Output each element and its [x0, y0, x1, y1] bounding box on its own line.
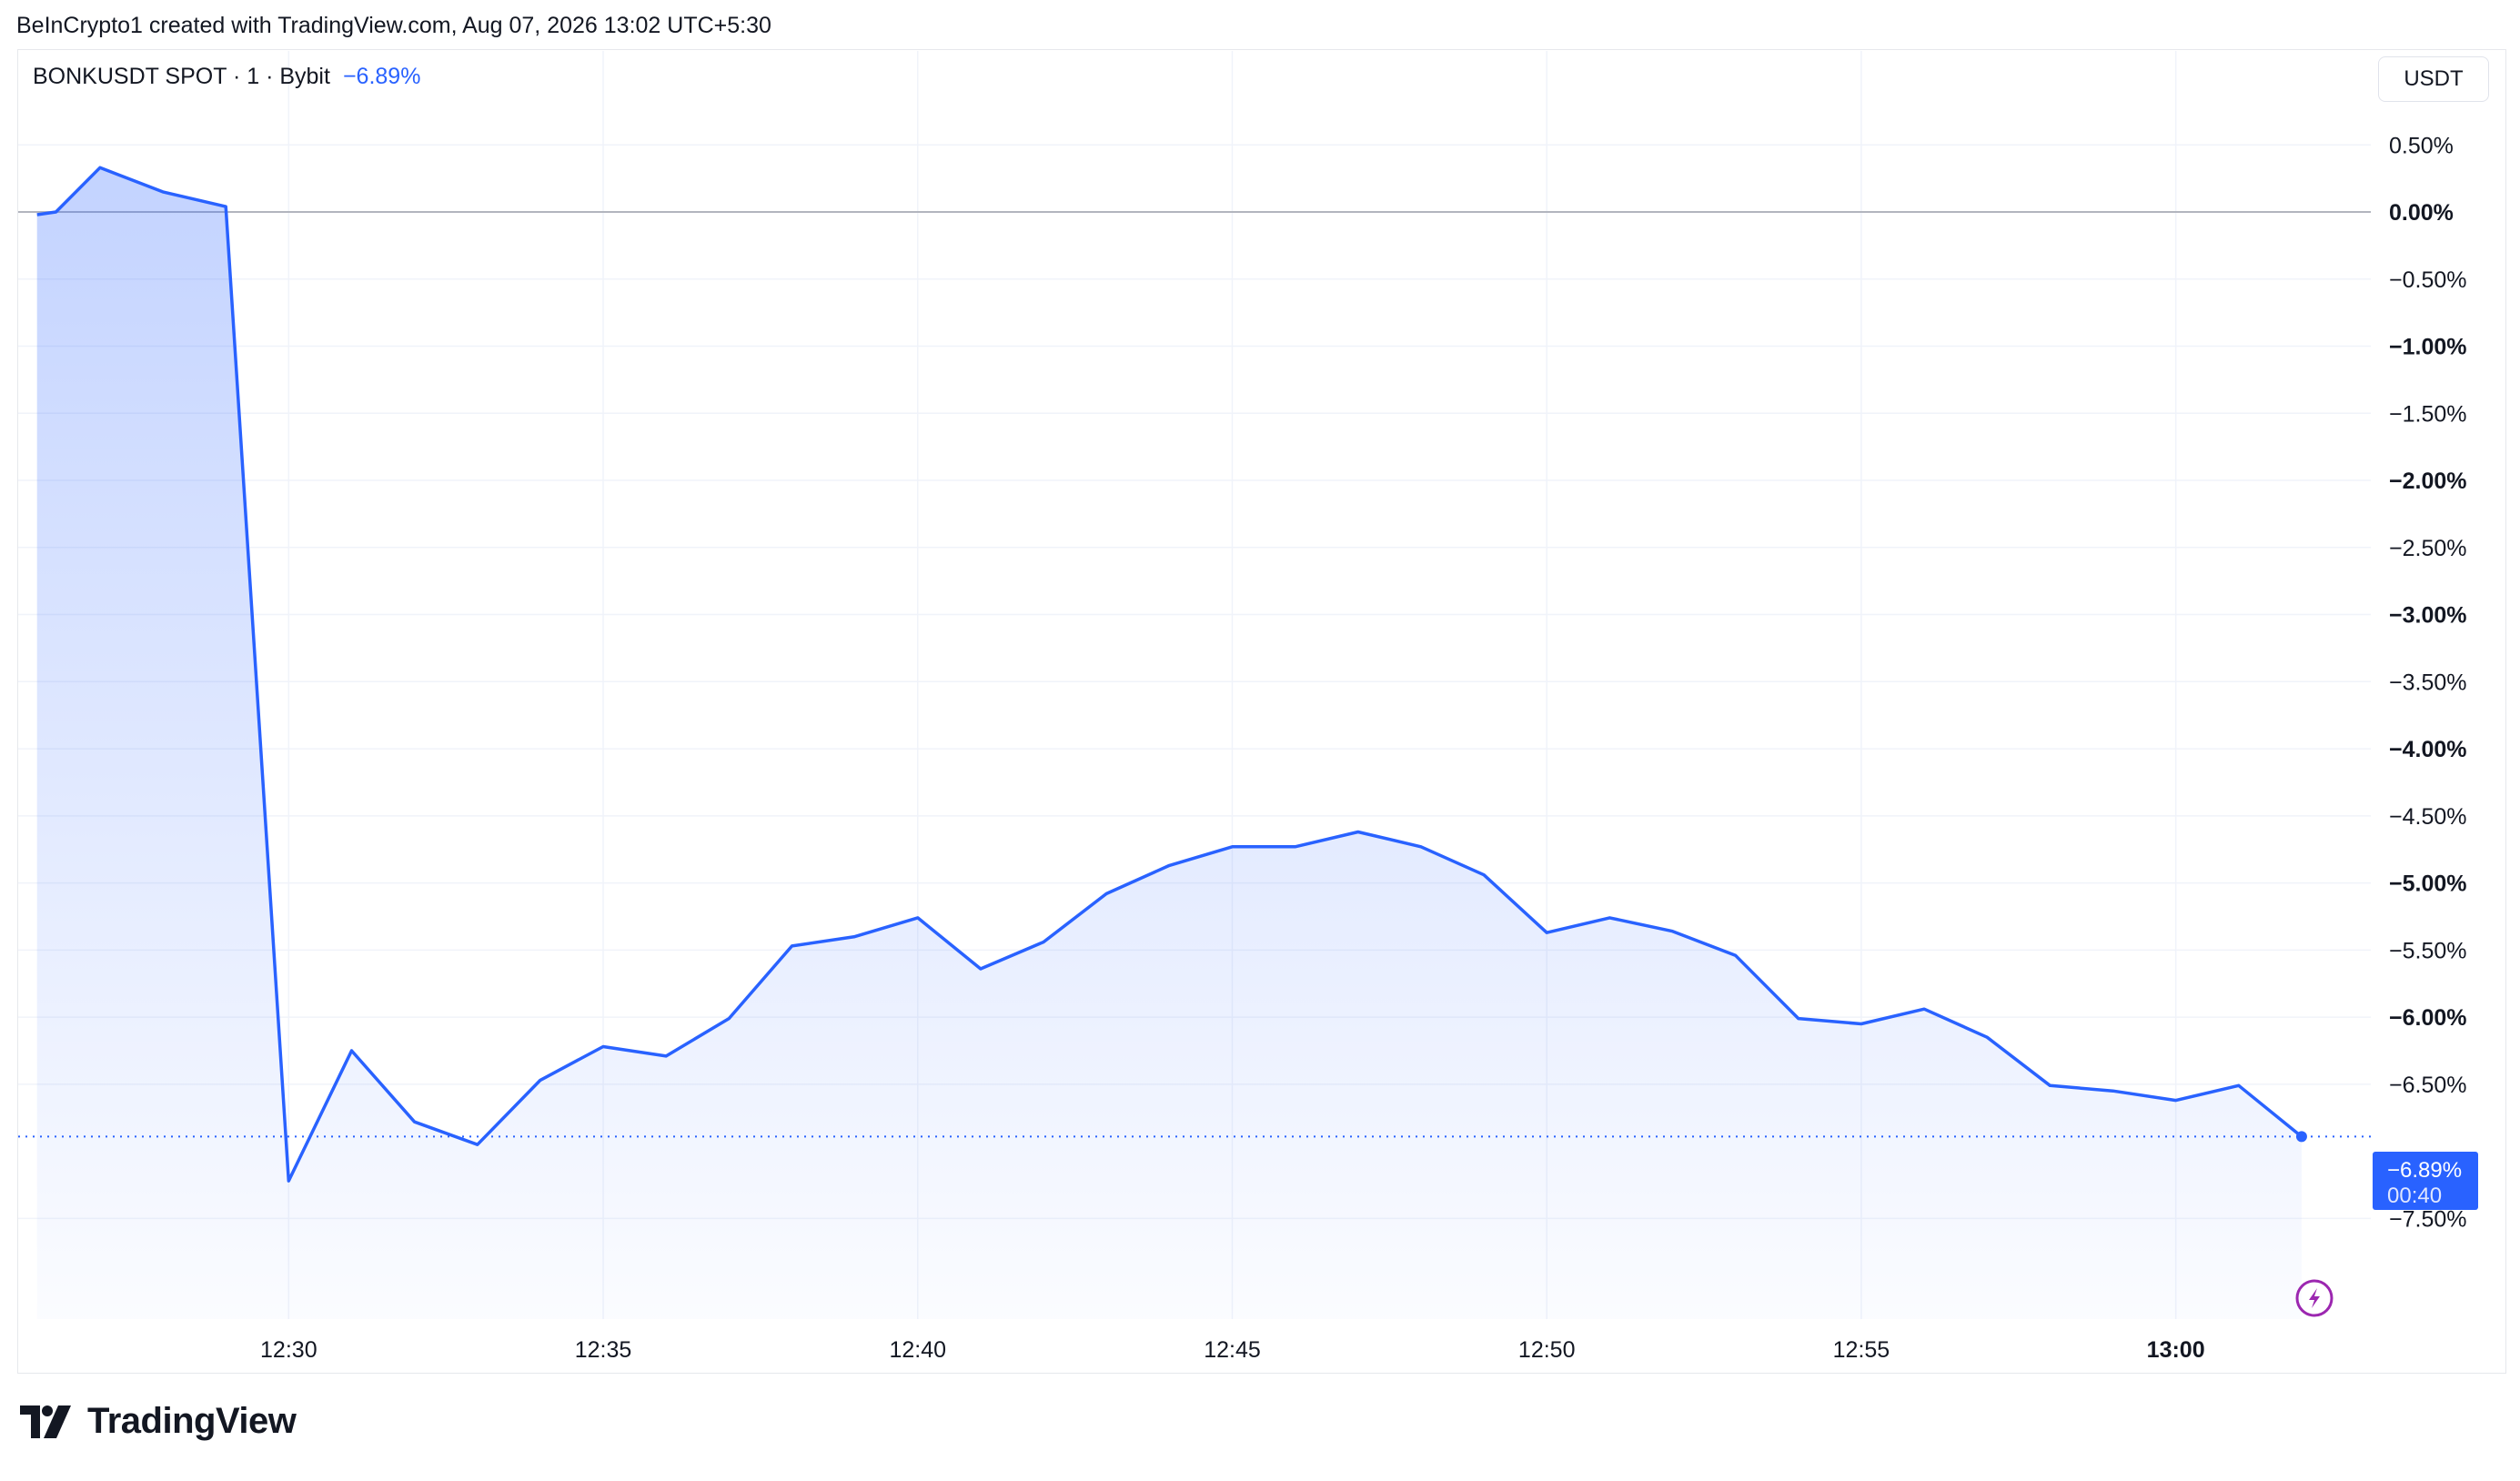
series-point [1796, 1016, 1801, 1022]
y-tick-label: −3.00% [2389, 603, 2467, 629]
series-area-fill [36, 167, 2302, 1319]
tradingview-logo-icon [20, 1405, 71, 1438]
series-point [160, 189, 166, 195]
chart-canvas[interactable]: 0.50% 0.00% −0.50% −1.00% −1.50% −2.00% −2.50%… [0, 0, 2520, 1481]
series-point [53, 209, 58, 215]
series-point [1859, 1021, 1864, 1026]
series-point [2173, 1098, 2179, 1103]
x-tick-label: 13:00 [2147, 1337, 2205, 1363]
series-point [1418, 844, 1424, 850]
currency-button[interactable]: USDT [2378, 56, 2489, 102]
symbol-name[interactable]: BONKUSDT SPOT · 1 · Bybit [33, 64, 330, 90]
series-point [1921, 1006, 1927, 1012]
last-price-tag: −6.89% 00:40 [2373, 1152, 2478, 1210]
change-percent: −6.89% [342, 64, 421, 89]
y-tick-label: −0.50% [2389, 267, 2467, 293]
series-point [789, 943, 794, 949]
series-point [1104, 891, 1109, 896]
series-point [2047, 1083, 2052, 1088]
y-tick-label: −2.50% [2389, 536, 2467, 561]
series-point [600, 1044, 606, 1050]
tradingview-wordmark: TradingView [87, 1401, 297, 1441]
y-tick-label: −1.50% [2389, 401, 2467, 427]
last-price-tag-countdown: 00:40 [2387, 1184, 2442, 1208]
series-point [1229, 844, 1235, 850]
x-tick-label: 12:30 [260, 1337, 318, 1363]
y-tick-label: 0.00% [2389, 200, 2454, 226]
series-point [412, 1119, 418, 1124]
y-tick-label: −1.00% [2389, 335, 2467, 360]
x-tick-label: 12:40 [889, 1337, 946, 1363]
y-tick-label: −6.00% [2389, 1005, 2467, 1031]
x-tick-label: 12:55 [1833, 1337, 1890, 1363]
series-point [663, 1053, 669, 1059]
series-point [2111, 1088, 2116, 1093]
series-point [1984, 1034, 1990, 1040]
series-point [1733, 952, 1739, 958]
series-point [1356, 830, 1361, 835]
series-point [978, 966, 983, 972]
series-point [1166, 862, 1172, 868]
series-point [1293, 844, 1298, 850]
series-point [915, 915, 921, 921]
y-tick-label: −2.00% [2389, 468, 2467, 494]
series-point [726, 1016, 731, 1022]
x-tick-label: 12:45 [1204, 1337, 1261, 1363]
series-point [852, 934, 858, 940]
y-tick-label: −6.50% [2389, 1073, 2467, 1098]
series-point [35, 212, 40, 217]
y-tick-label: −7.50% [2389, 1206, 2467, 1232]
tradingview-logo[interactable]: TradingView [20, 1401, 297, 1442]
x-axis-labels: 12:30 12:35 12:40 12:45 12:50 12:55 13:00 [260, 1337, 2205, 1363]
y-axis-labels: 0.50% 0.00% −0.50% −1.00% −1.50% −2.00% −2.50%… [2389, 133, 2467, 1232]
series-point [223, 204, 228, 209]
series-point [538, 1077, 543, 1083]
y-tick-label: 0.50% [2389, 133, 2454, 158]
symbol-legend: BONKUSDT SPOT · 1 · Bybit −6.89% [33, 64, 420, 90]
x-tick-label: 12:50 [1518, 1337, 1576, 1363]
x-tick-label: 12:35 [575, 1337, 632, 1363]
series-point [1669, 929, 1675, 934]
y-tick-label: −5.50% [2389, 938, 2467, 963]
series-point [1544, 930, 1549, 935]
series-point [1481, 872, 1487, 878]
y-tick-label: −3.50% [2389, 670, 2467, 695]
series-point [97, 165, 103, 170]
series-point [348, 1048, 354, 1053]
series-point [1607, 915, 1612, 921]
series-point [475, 1142, 480, 1147]
last-price-tag-value: −6.89% [2387, 1158, 2462, 1183]
last-price-marker [2295, 1131, 2307, 1143]
y-tick-label: −4.00% [2389, 737, 2467, 762]
lightning-icon[interactable] [2295, 1279, 2334, 1317]
y-tick-label: −4.50% [2389, 804, 2467, 830]
series-point [1041, 939, 1046, 944]
y-tick-label: −5.00% [2389, 871, 2467, 897]
series-point [2236, 1083, 2242, 1088]
series-point [286, 1178, 291, 1184]
